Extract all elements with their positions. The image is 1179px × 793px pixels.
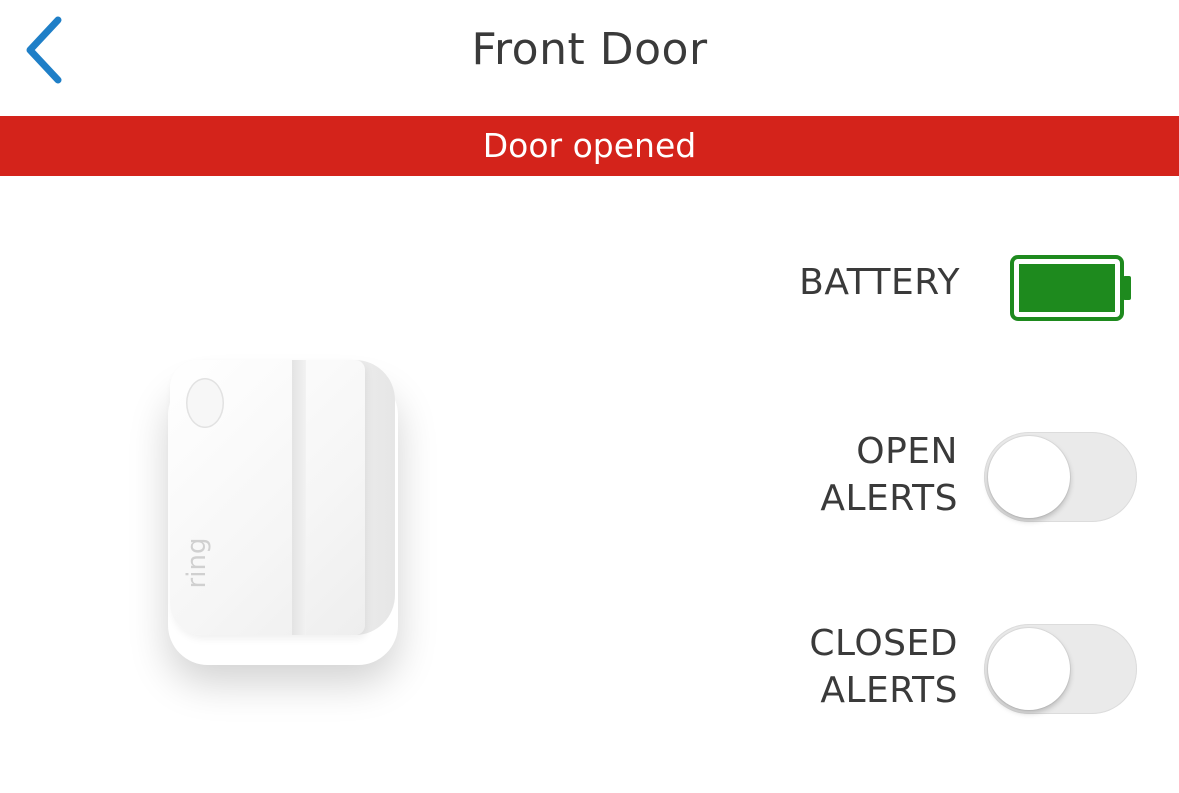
- battery-label: BATTERY: [799, 262, 960, 303]
- open-alerts-toggle[interactable]: [984, 432, 1137, 522]
- closed-alerts-toggle[interactable]: [984, 624, 1137, 714]
- battery-level-fill: [1019, 264, 1115, 312]
- open-alerts-label-line2: ALERTS: [820, 478, 958, 519]
- open-alerts-label: OPEN ALERTS: [820, 428, 958, 522]
- contact-sensor-image: ring: [150, 345, 410, 665]
- header: Front Door: [0, 0, 1179, 116]
- closed-alerts-toggle-knob: [988, 628, 1070, 710]
- device-button: [186, 378, 224, 428]
- open-alerts-toggle-knob: [988, 436, 1070, 518]
- open-alerts-label-line1: OPEN: [856, 431, 958, 472]
- device-divider: [292, 360, 306, 635]
- battery-full-icon: [1010, 254, 1134, 322]
- status-banner-text: Door opened: [482, 126, 697, 165]
- page-title: Front Door: [471, 24, 708, 75]
- status-banner: Door opened: [0, 116, 1179, 176]
- closed-alerts-label-line1: CLOSED: [809, 623, 958, 664]
- device-logo: ring: [182, 537, 212, 589]
- closed-alerts-label-line2: ALERTS: [820, 670, 958, 711]
- closed-alerts-label: CLOSED ALERTS: [809, 620, 958, 714]
